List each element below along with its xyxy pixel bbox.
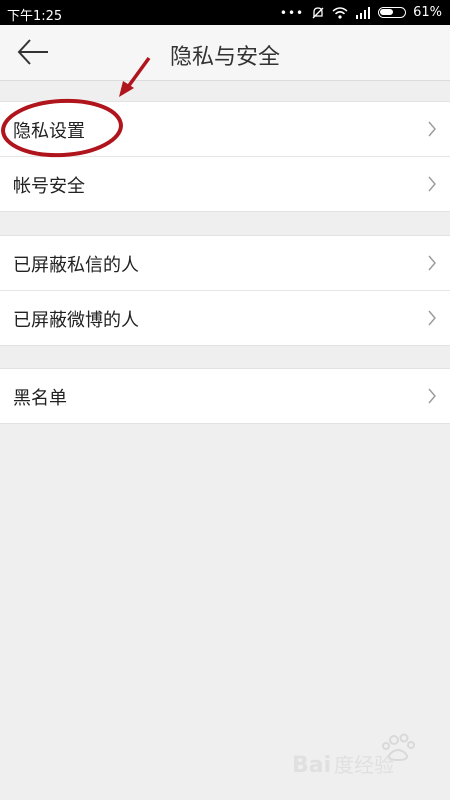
list-item-label: 黑名单 [13,388,67,409]
battery-percent: 61% [413,5,442,20]
page-title: 隐私与安全 [169,45,280,70]
header: 隐私与安全 [0,25,450,81]
list-item-label: 隐私设置 [13,121,85,142]
battery-icon [378,7,407,18]
more-dots-icon: ••• [279,5,305,20]
chevron-right-icon [428,176,436,192]
list-item-label: 帐号安全 [13,176,85,197]
list-item-blocked-weibo[interactable]: 已屏蔽微博的人 [0,290,450,345]
chevron-right-icon [428,310,436,326]
chevron-right-icon [428,255,436,271]
list-item-account-security[interactable]: 帐号安全 [0,156,450,211]
list-item-label: 已屏蔽私信的人 [13,255,139,276]
svg-text:Bai: Bai [292,753,331,778]
list-item-blocked-messages[interactable]: 已屏蔽私信的人 [0,236,450,290]
chevron-right-icon [428,388,436,404]
list-item-label: 已屏蔽微博的人 [13,310,139,331]
settings-group-blacklist: 黑名单 [0,368,450,424]
mute-bell-icon [312,6,324,18]
settings-group-blocked: 已屏蔽私信的人 已屏蔽微博的人 [0,235,450,346]
baidu-watermark-logo: Bai 度经验 [292,733,415,778]
settings-group-account: 隐私设置 帐号安全 [0,101,450,212]
chevron-right-icon [428,121,436,137]
list-item-blacklist[interactable]: 黑名单 [0,369,450,423]
list-item-privacy-settings[interactable]: 隐私设置 [0,102,450,156]
svg-text:度经验: 度经验 [334,753,394,777]
status-time: 下午1:25 [7,9,63,24]
status-icons: ••• 61% [280,5,442,20]
status-bar: 下午1:25 ••• 61% [0,0,450,25]
wifi-icon [332,6,348,19]
signal-icon [356,6,371,19]
